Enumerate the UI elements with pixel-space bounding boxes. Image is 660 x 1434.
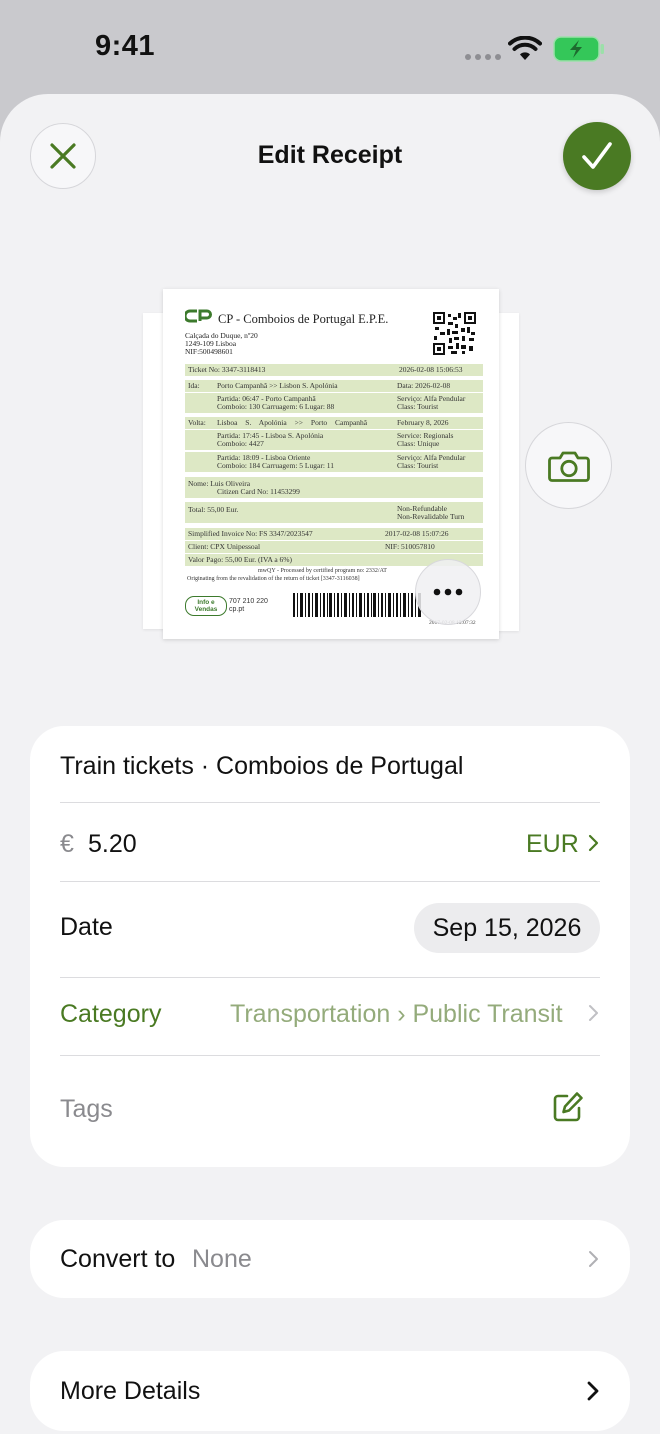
receipt-ida-row: Ida: Porto Campanhã >> Lisbon S. Apolóni… <box>185 380 483 392</box>
ellipsis-icon <box>433 588 463 596</box>
amount-field[interactable]: 5.20 <box>88 830 137 859</box>
chevron-right-icon <box>589 1251 598 1267</box>
chevron-right-icon <box>589 1005 598 1021</box>
receipt-title-field[interactable]: Train tickets · Comboios de Portugal <box>60 752 463 781</box>
currency-symbol: € <box>60 830 74 858</box>
receipt-form-card: Train tickets · Comboios de Portugal € 5… <box>30 726 630 1167</box>
chevron-right-icon <box>587 1381 599 1401</box>
category-label: Category <box>60 1000 162 1028</box>
convert-value: None <box>192 1245 252 1273</box>
receipt-client-row: Client: CPX Unipessoal NIF: 510057810 <box>185 541 483 553</box>
cp-logo <box>185 309 212 323</box>
edit-icon[interactable] <box>551 1090 585 1124</box>
receipt-originating: Originating from the revalidation of the… <box>187 576 360 582</box>
camera-button[interactable] <box>525 422 612 509</box>
more-details-row[interactable]: More Details <box>30 1351 630 1431</box>
receipt-volta-detail-2: Partida: 18:09 - Lisboa Oriente Comboio:… <box>185 452 483 472</box>
divider <box>60 1055 600 1056</box>
date-picker[interactable]: Sep 15, 2026 <box>414 903 600 953</box>
done-button[interactable] <box>563 122 631 190</box>
status-bar: 9:41 <box>0 0 660 96</box>
tags-field[interactable]: Tags <box>60 1095 113 1124</box>
category-selector[interactable]: Transportation › Public Transit <box>230 1000 563 1029</box>
camera-icon <box>547 451 590 482</box>
edit-receipt-sheet: Edit Receipt CP - Comboios de Portugal E… <box>0 94 660 1434</box>
convert-to-row[interactable]: Convert to None <box>30 1220 630 1298</box>
chevron-right-icon <box>588 834 599 852</box>
barcode <box>293 593 421 617</box>
receipt-volta-detail-1: Partida: 17:45 - Lisboa S. Apolónia Comb… <box>185 430 483 450</box>
qr-code <box>433 312 476 355</box>
receipt-phone: 707 210 220 cp.pt <box>229 598 268 613</box>
receipt-total-row: Total: 55,00 Eur. Non-Refundable Non-Rev… <box>185 502 483 523</box>
currency-selector[interactable]: EUR <box>526 830 579 859</box>
divider <box>60 802 600 803</box>
battery-icon <box>553 36 604 62</box>
signal-icon <box>465 54 501 60</box>
receipt-ida-detail: Partida: 06:47 - Porto Campanhã Comboio:… <box>185 393 483 413</box>
wifi-icon <box>508 36 542 60</box>
receipt-volta-row: Volta: Lisboa S. Apolónia >> Porto Campa… <box>185 417 483 429</box>
receipt-processed: mwQY - Processed by certified program no… <box>258 568 387 574</box>
more-details-label: More Details <box>60 1377 201 1405</box>
page-title: Edit Receipt <box>257 141 403 169</box>
convert-label: Convert to <box>60 1245 176 1273</box>
more-options-button[interactable] <box>415 559 481 625</box>
receipt-invoice-row: Simplified Invoice No: FS 3347/2023547 2… <box>185 528 483 540</box>
divider <box>60 977 600 978</box>
receipt-name-row: Nome: Luis Oliveira Citizen Card No: 114… <box>185 477 483 498</box>
receipt-company: CP - Comboios de Portugal E.P.E. <box>218 312 389 326</box>
receipt-ticket-row: Ticket No: 3347-3118413 2026-02-08 15:06… <box>185 364 483 376</box>
receipt-address: Calçada do Duque, nº20 1249-109 Lisboa N… <box>185 331 258 356</box>
receipt-info-badge: Info e Vendas <box>185 596 227 616</box>
date-label: Date <box>60 913 113 941</box>
checkmark-icon <box>582 142 612 169</box>
status-time: 9:41 <box>95 30 156 62</box>
divider <box>60 881 600 882</box>
